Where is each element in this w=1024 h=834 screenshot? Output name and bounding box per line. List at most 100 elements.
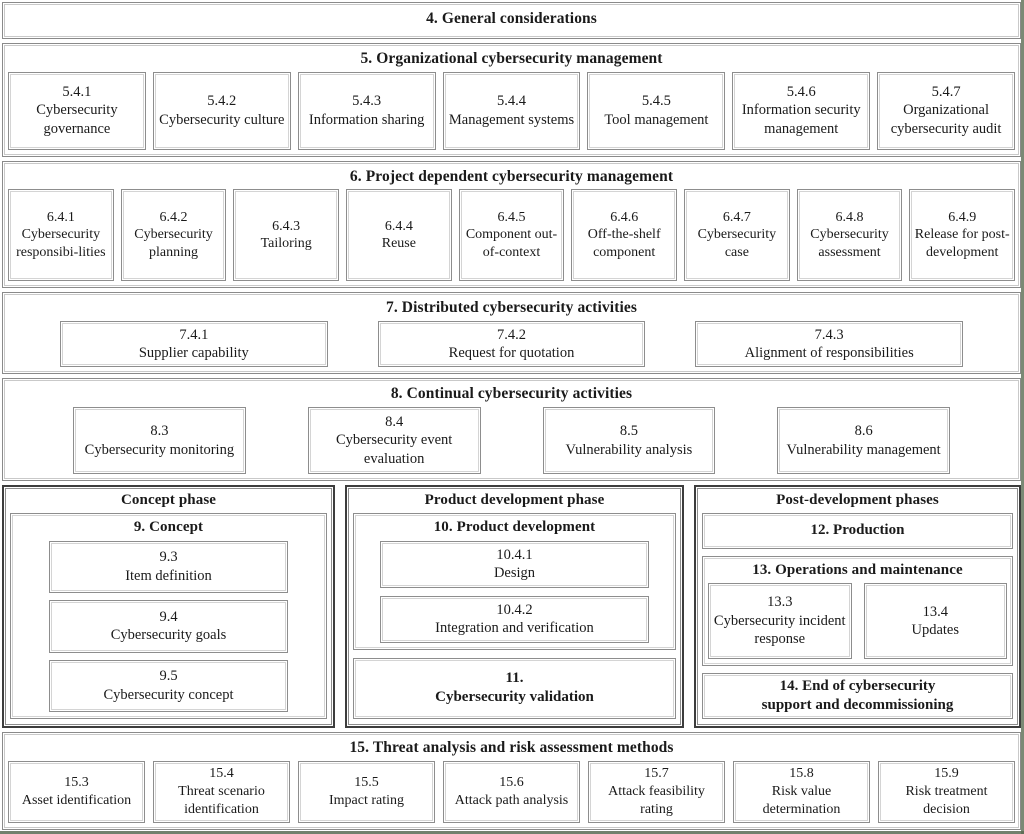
clause-number: 9.4 bbox=[159, 608, 178, 625]
phase-product-title: Product development phase bbox=[424, 492, 605, 509]
clause-15-7[interactable]: 15.7 Attack feasibility rating bbox=[588, 760, 725, 823]
clause-label-line1: 14. End of cybersecurity bbox=[779, 677, 936, 694]
clause-number: 6.4.1 bbox=[46, 209, 75, 225]
clause-14-end-of-cybersecurity-support[interactable]: 14. End of cybersecurity support and dec… bbox=[702, 673, 1013, 720]
clause-7-4-1[interactable]: 7.4.1 Supplier capability bbox=[60, 321, 328, 368]
clause-label: Updates bbox=[911, 622, 959, 639]
clause-label: Cybersecurity validation bbox=[435, 689, 594, 706]
clause-6-4-4[interactable]: 6.4.4 Reuse bbox=[346, 189, 452, 282]
clause-6-4-2[interactable]: 6.4.2 Cybersecurity planning bbox=[120, 189, 227, 282]
clause-label: Cybersecurity governance bbox=[36, 102, 118, 137]
clause-label: Organizational cybersecurity audit bbox=[890, 102, 1002, 137]
clause-label: Alignment of responsibilities bbox=[744, 345, 914, 362]
clause-5-4-6[interactable]: 5.4.6 Information security management bbox=[732, 71, 871, 150]
clause-15-3[interactable]: 15.3 Asset identification bbox=[8, 760, 145, 823]
clause-6-4-6[interactable]: 6.4.6 Off-the-shelf component bbox=[571, 189, 678, 282]
clause-label: Cybersecurity culture bbox=[159, 111, 285, 128]
clause-number: 15.8 bbox=[789, 766, 814, 782]
clause-label: Attack feasibility rating bbox=[608, 783, 705, 817]
clause-13-title: 13. Operations and maintenance bbox=[752, 561, 963, 578]
clause-label: Management systems bbox=[448, 111, 575, 128]
clause-5-4-7[interactable]: 5.4.7 Organizational cybersecurity audit bbox=[877, 71, 1016, 150]
clause-label: Off-the-shelf component bbox=[587, 227, 661, 261]
clause-5-4-4[interactable]: 5.4.4 Management systems bbox=[442, 71, 581, 150]
clause-9-4[interactable]: 9.4 Cybersecurity goals bbox=[49, 600, 288, 653]
clause-number: 13.3 bbox=[767, 594, 793, 611]
section-7-distributed-cybersecurity-activities: 7. Distributed cybersecurity activities … bbox=[2, 292, 1021, 375]
clause-15-5[interactable]: 15.5 Impact rating bbox=[298, 760, 435, 823]
clause-13-3[interactable]: 13.3 Cybersecurity incident response bbox=[708, 583, 852, 660]
clause-label: Supplier capability bbox=[138, 345, 249, 362]
clause-number: 11. bbox=[505, 670, 524, 687]
clause-label: Risk value determination bbox=[762, 783, 841, 817]
clause-label: Information sharing bbox=[308, 111, 425, 128]
clause-label: Cybersecurity planning bbox=[134, 227, 213, 261]
clause-10-4-1[interactable]: 10.4.1 Design bbox=[380, 540, 649, 588]
clause-number: 5.4.7 bbox=[931, 83, 961, 100]
clause-6-4-5[interactable]: 6.4.5 Component out-of-context bbox=[458, 189, 565, 282]
section-7-items-row: 7.4.1 Supplier capability 7.4.2 Request … bbox=[8, 321, 1015, 368]
clause-5-4-2[interactable]: 5.4.2 Cybersecurity culture bbox=[152, 71, 291, 150]
clause-12-production[interactable]: 12. Production bbox=[702, 513, 1013, 549]
section-8-items-row: 8.3 Cybersecurity monitoring 8.4 Cyberse… bbox=[8, 407, 1015, 475]
clause-6-4-9[interactable]: 6.4.9 Release for post-development bbox=[909, 189, 1016, 282]
clause-6-4-1[interactable]: 6.4.1 Cybersecurity responsibi-lities bbox=[8, 189, 114, 282]
clause-9-title: 9. Concept bbox=[133, 519, 204, 536]
section-4-title: 4. General considerations bbox=[426, 10, 597, 27]
clause-label: Asset identification bbox=[21, 792, 132, 808]
clause-6-4-7[interactable]: 6.4.7 Cybersecurity case bbox=[684, 189, 790, 282]
section-6-project-dependent-cybersecurity-management: 6. Project dependent cybersecurity manag… bbox=[2, 160, 1021, 289]
clause-8-5[interactable]: 8.5 Vulnerability analysis bbox=[542, 407, 716, 475]
clause-6-4-3[interactable]: 6.4.3 Tailoring bbox=[233, 189, 340, 282]
clause-number: 15.5 bbox=[354, 774, 379, 790]
clause-15-4[interactable]: 15.4 Threat scenario identification bbox=[153, 760, 290, 823]
clause-label: Tool management bbox=[604, 111, 709, 128]
iso-sae-21434-structure-diagram: 4. General considerations 5. Organizatio… bbox=[0, 0, 1024, 834]
clause-label: Cybersecurity monitoring bbox=[84, 441, 235, 458]
clause-number: 6.4.4 bbox=[384, 218, 413, 234]
section-6-items-row: 6.4.1 Cybersecurity responsibi-lities 6.… bbox=[8, 189, 1016, 282]
clause-number: 7.4.2 bbox=[497, 326, 526, 343]
clause-number: 5.4.1 bbox=[62, 83, 92, 100]
clause-label: Cybersecurity responsibi-lities bbox=[16, 227, 106, 261]
clause-label: Vulnerability management bbox=[786, 441, 941, 458]
clause-13-4[interactable]: 13.4 Updates bbox=[863, 583, 1007, 660]
clause-number: 5.4.2 bbox=[207, 93, 237, 110]
clause-label: Cybersecurity goals bbox=[110, 627, 227, 644]
clause-label: Design bbox=[493, 565, 536, 582]
clause-number: 5.4.4 bbox=[497, 93, 526, 110]
section-4-general-considerations: 4. General considerations bbox=[2, 2, 1021, 39]
clause-7-4-2[interactable]: 7.4.2 Request for quotation bbox=[377, 321, 646, 368]
clause-15-8[interactable]: 15.8 Risk value determination bbox=[733, 760, 870, 823]
clause-5-4-5[interactable]: 5.4.5 Tool management bbox=[587, 71, 726, 150]
clause-number: 8.6 bbox=[854, 423, 873, 440]
section-5-title: 5. Organizational cybersecurity manageme… bbox=[360, 49, 663, 67]
clause-label: Vulnerability analysis bbox=[565, 441, 693, 458]
clause-label: Request for quotation bbox=[448, 345, 575, 362]
clause-9-3[interactable]: 9.3 Item definition bbox=[49, 540, 288, 594]
section-5-items-row: 5.4.1 Cybersecurity governance 5.4.2 Cyb… bbox=[8, 71, 1016, 150]
clause-15-9[interactable]: 15.9 Risk treatment decision bbox=[878, 760, 1015, 823]
clause-label: Cybersecurity concept bbox=[103, 686, 234, 703]
clause-number: 6.4.2 bbox=[159, 209, 188, 225]
clause-6-4-8[interactable]: 6.4.8 Cybersecurity assessment bbox=[796, 189, 903, 282]
clause-10-4-2[interactable]: 10.4.2 Integration and verification bbox=[380, 595, 649, 643]
clause-7-4-3[interactable]: 7.4.3 Alignment of responsibilities bbox=[695, 321, 964, 368]
clause-number: 5.4.3 bbox=[352, 93, 382, 110]
clause-9-5[interactable]: 9.5 Cybersecurity concept bbox=[49, 659, 288, 713]
clause-number: 10.4.1 bbox=[496, 546, 533, 563]
clause-8-4[interactable]: 8.4 Cybersecurity event evaluation bbox=[307, 407, 481, 475]
clause-8-6[interactable]: 8.6 Vulnerability management bbox=[777, 407, 950, 475]
clause-number: 8.3 bbox=[150, 423, 169, 440]
clause-9-items: 9.3 Item definition 9.4 Cybersecurity go… bbox=[49, 540, 288, 713]
clause-5-4-1[interactable]: 5.4.1 Cybersecurity governance bbox=[8, 71, 146, 150]
clause-number: 6.4.7 bbox=[722, 209, 751, 225]
clause-number: 10.4.2 bbox=[496, 601, 533, 618]
clause-label: Attack path analysis bbox=[454, 792, 569, 808]
clause-10-product-development-group: 10. Product development 10.4.1 Design 10… bbox=[353, 513, 676, 650]
clause-11-cybersecurity-validation[interactable]: 11. Cybersecurity validation bbox=[353, 657, 676, 720]
clause-number: 7.4.1 bbox=[179, 326, 209, 343]
clause-8-3[interactable]: 8.3 Cybersecurity monitoring bbox=[73, 407, 246, 475]
clause-15-6[interactable]: 15.6 Attack path analysis bbox=[443, 760, 580, 823]
clause-5-4-3[interactable]: 5.4.3 Information sharing bbox=[297, 71, 436, 150]
